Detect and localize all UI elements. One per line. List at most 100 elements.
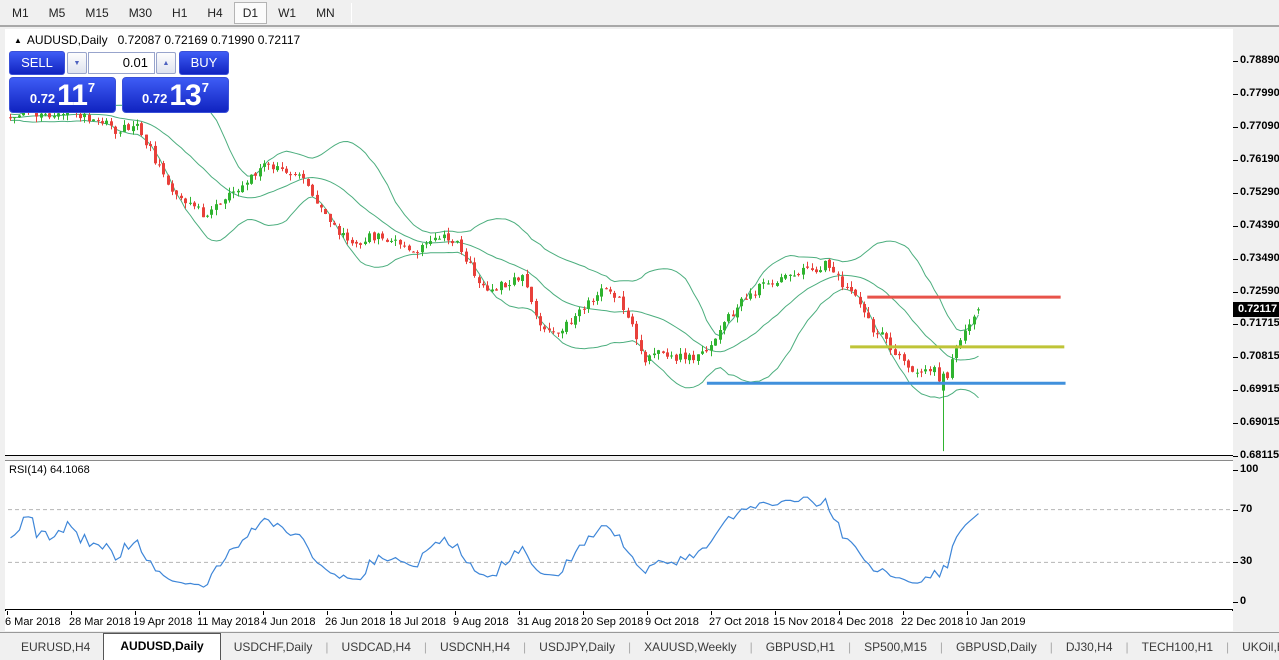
rsi-tick-label: 70 (1240, 502, 1253, 515)
date-label: 19 Apr 2018 (133, 616, 193, 628)
timeframe-toolbar: M1 M5 M15 M30 H1 H4 D1 W1 MN (0, 0, 1279, 27)
expand-arrow-icon[interactable]: ▲ (14, 36, 22, 45)
rsi-tick-label: 0 (1240, 595, 1247, 607)
chart-title: ▲ AUDUSD,Daily 0.72087 0.72169 0.71990 0.7… (14, 33, 300, 47)
toolbar-separator (350, 2, 352, 23)
date-label: 28 Mar 2018 (69, 616, 131, 628)
bid-price-prefix: 0.72 (29, 91, 56, 106)
price-tick-mark (1233, 61, 1238, 62)
tab-usdchf-daily[interactable]: USDCHF,Daily (221, 635, 326, 660)
date-label: 18 Jul 2018 (389, 616, 446, 628)
rsi-indicator-area[interactable] (5, 461, 1233, 610)
date-label: 27 Oct 2018 (709, 616, 769, 628)
trading-platform-window: M1 M5 M15 M30 H1 H4 D1 W1 MN ▲ AUDUSD,Daily 0.7208… (0, 0, 1279, 660)
price-tick-label: 0.72590 (1240, 284, 1279, 297)
price-tick-mark (1233, 423, 1238, 424)
tab-gbpusd-daily[interactable]: GBPUSD,Daily (943, 635, 1050, 660)
timeframe-button-mn[interactable]: MN (307, 2, 344, 24)
tab-xauusd-weekly[interactable]: XAUUSD,Weekly (631, 635, 749, 660)
price-tick-mark (1233, 456, 1238, 457)
tab-sp500-m15[interactable]: SP500,M15 (851, 635, 940, 660)
ask-price-prefix: 0.72 (142, 91, 168, 106)
timeframe-button-m5[interactable]: M5 (40, 2, 75, 24)
price-tick-label: 0.68115 (1240, 449, 1279, 461)
sell-price-button[interactable]: 0.72 11 7 (9, 77, 116, 113)
buy-button[interactable]: BUY (179, 51, 229, 75)
timeframe-button-h1[interactable]: H1 (163, 2, 196, 24)
chart-ohlc-values: 0.72087 0.72169 0.71990 0.72117 (117, 33, 301, 47)
chevron-down-icon: ▼ (73, 60, 81, 67)
rsi-tick-mark (1233, 470, 1238, 471)
tab-gbpusd-h1[interactable]: GBPUSD,H1 (753, 635, 848, 660)
tab-usdcad-h4[interactable]: USDCAD,H4 (329, 635, 424, 660)
rsi-tick-mark (1233, 509, 1238, 511)
price-tick-mark (1233, 390, 1238, 391)
tab-dj30-h4[interactable]: DJ30,H4 (1053, 635, 1126, 660)
price-tick-label: 0.69915 (1240, 383, 1279, 395)
date-label: 11 May 2018 (197, 616, 260, 628)
tab-eurusd-h4[interactable]: EURUSD,H4 (8, 635, 103, 660)
bid-price-big-digits: 11 (57, 79, 88, 112)
price-tick-mark (1233, 225, 1238, 227)
price-tick-label: 0.75290 (1240, 185, 1279, 198)
timeframe-button-d1[interactable]: D1 (233, 1, 268, 24)
date-label: 9 Aug 2018 (453, 616, 509, 628)
volume-decrease-button[interactable]: ▼ (67, 52, 87, 74)
date-label: 20 Sep 2018 (581, 616, 644, 628)
ask-price-pipette: 7 (201, 80, 209, 95)
date-label: 26 Jun 2018 (325, 616, 386, 628)
chevron-up-icon: ▲ (162, 60, 170, 67)
sell-button[interactable]: SELL (9, 51, 65, 75)
price-tick-mark (1233, 324, 1238, 326)
date-label: 6 Mar 2018 (5, 616, 61, 628)
date-label: 22 Dec 2018 (901, 616, 964, 628)
price-tick-mark (1233, 93, 1238, 95)
tab-usdjpy-daily[interactable]: USDJPY,Daily (526, 635, 628, 660)
chart-symbol-label: AUDUSD,Daily (26, 33, 108, 47)
chart-tabs: EURUSD,H4 AUDUSD,Daily USDCHF,Daily | USDCAD… (8, 633, 1279, 660)
price-tick-mark (1233, 192, 1238, 194)
price-tick-mark (1233, 357, 1238, 359)
ask-price-big-digits: 13 (169, 79, 201, 112)
price-tick-label: 0.76190 (1240, 152, 1279, 165)
tab-audusd-daily[interactable]: AUDUSD,Daily (103, 633, 221, 660)
tab-tech100-h1[interactable]: TECH100,H1 (1129, 635, 1226, 660)
buy-price-button[interactable]: 0.72 13 7 (122, 77, 229, 113)
date-label: 4 Dec 2018 (837, 616, 894, 628)
date-label: 4 Jun 2018 (261, 616, 316, 628)
date-label: 31 Aug 2018 (517, 616, 579, 628)
price-tick-label: 0.69015 (1240, 416, 1279, 428)
price-tick-label: 0.77990 (1240, 86, 1279, 99)
price-axis[interactable]: 0.72117 0.78890 0.77990 0.77090 0.76190 0.75… (1233, 29, 1279, 631)
current-price-badge: 0.72117 (1233, 302, 1279, 318)
bid-price-pipette: 7 (87, 80, 96, 95)
rsi-tick-mark (1233, 562, 1238, 564)
volume-increase-button[interactable]: ▲ (156, 52, 176, 74)
tab-usdcnh-h4[interactable]: USDCNH,H4 (427, 635, 523, 660)
price-tick-label: 0.70815 (1240, 350, 1279, 363)
timeframe-button-m30[interactable]: M30 (120, 2, 161, 24)
price-tick-mark (1233, 291, 1238, 293)
date-label: 10 Jan 2019 (965, 616, 1026, 628)
volume-input[interactable]: 0.01 (88, 52, 155, 74)
timeframe-button-h4[interactable]: H4 (198, 2, 231, 24)
price-tick-label: 0.78890 (1240, 54, 1279, 66)
rsi-tick-mark (1233, 602, 1238, 603)
price-tick-mark (1233, 258, 1238, 260)
timeframe-button-w1[interactable]: W1 (269, 2, 305, 24)
rsi-indicator-label: RSI(14) 64.1068 (9, 464, 90, 476)
price-tick-mark (1233, 126, 1238, 128)
price-tick-mark (1233, 159, 1238, 161)
date-label: 9 Oct 2018 (645, 616, 699, 628)
timeframe-button-m1[interactable]: M1 (3, 2, 38, 24)
tab-ukoil-h1[interactable]: UKOil,H1 (1229, 635, 1279, 660)
rsi-tick-label: 100 (1240, 463, 1259, 475)
one-click-trading-panel: SELL ▼ 0.01 ▲ BUY 0.72 11 7 0.72 13 7 (9, 50, 229, 113)
price-tick-label: 0.71715 (1240, 317, 1279, 330)
date-label: 15 Nov 2018 (773, 616, 836, 628)
timeframe-button-m15[interactable]: M15 (76, 2, 117, 24)
price-tick-label: 0.77090 (1240, 119, 1279, 132)
price-tick-label: 0.73490 (1240, 251, 1279, 264)
chart-tab-bar: EURUSD,H4 AUDUSD,Daily USDCHF,Daily | USDCAD… (0, 632, 1279, 660)
rsi-tick-label: 30 (1240, 555, 1253, 568)
